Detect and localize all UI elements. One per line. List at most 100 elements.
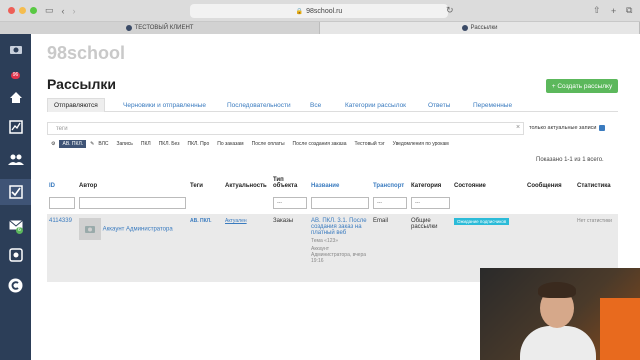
tags-search-input[interactable]: теги xyxy=(47,122,524,135)
browser-tab-client[interactable]: ТЕСТОВЫЙ КЛИЕНТ xyxy=(0,22,320,34)
close-window-button[interactable] xyxy=(8,7,15,14)
object-type-select[interactable]: --- xyxy=(273,197,307,209)
col-author: Автор xyxy=(79,183,98,189)
favicon-icon xyxy=(461,25,468,31)
tab-sending[interactable]: Отправляются xyxy=(47,98,105,112)
sidebar-item-reports[interactable] xyxy=(0,114,31,140)
window-controls xyxy=(8,7,37,14)
forward-icon[interactable]: › xyxy=(73,6,76,16)
title-filter-input[interactable] xyxy=(311,197,369,209)
col-category: Категория xyxy=(411,183,442,189)
webcam-overlay xyxy=(480,268,640,360)
tab-sequences[interactable]: Последовательности xyxy=(221,98,297,112)
mailings-table: ID Автор Теги Актуальность Тип объекта Н… xyxy=(47,172,618,282)
author-link[interactable]: Аккаунт Администратора xyxy=(103,227,173,233)
address-bar[interactable]: 🔒 98school.ru xyxy=(190,4,448,18)
camera-icon xyxy=(9,45,22,54)
browser-tab-label: ТЕСТОВЫЙ КЛИЕНТ xyxy=(134,25,194,31)
settings-icon xyxy=(8,248,23,262)
col-status: Состояние xyxy=(454,183,486,189)
select-value: --- xyxy=(277,200,282,206)
tab-replies[interactable]: Ответы xyxy=(422,98,456,112)
create-mailing-button[interactable]: + Создать рассылку xyxy=(546,79,618,93)
sidebar-item-users[interactable] xyxy=(0,146,31,172)
transport-select[interactable]: --- xyxy=(373,197,407,209)
id-filter-input[interactable] xyxy=(49,197,75,209)
tag-item[interactable]: ПКЛ. Без xyxy=(159,141,180,147)
only-actual-checkbox[interactable] xyxy=(598,125,605,131)
tag-item[interactable]: После оплаты xyxy=(252,141,285,147)
col-object-type: Тип объекта xyxy=(273,177,298,189)
actuality-value[interactable]: Актуален xyxy=(225,218,247,224)
chart-icon xyxy=(8,120,23,134)
sidebar-item-mailings[interactable]: 6 xyxy=(0,212,31,238)
mailing-tabs: Отправляются Черновики и отправленные По… xyxy=(47,98,618,112)
minimize-window-button[interactable] xyxy=(19,7,26,14)
tag-settings-icon[interactable]: ⚙ xyxy=(51,141,55,147)
checkbox-icon xyxy=(8,185,23,199)
logo-c-icon xyxy=(8,278,23,292)
row-id-link[interactable]: 4114339 xyxy=(49,218,72,224)
sidebar-toggle-icon[interactable]: ▭ xyxy=(45,5,54,16)
mailing-subject: Тема «123» xyxy=(311,238,339,244)
tag-item[interactable]: Тестовый тэг xyxy=(355,141,385,147)
browser-tab-label: Рассылки xyxy=(470,25,498,31)
page-title: Рассылки xyxy=(47,76,116,92)
browser-tabs: ТЕСТОВЫЙ КЛИЕНТ Рассылки xyxy=(0,22,640,34)
sidebar-item-camera[interactable] xyxy=(0,36,31,62)
presenter-hair xyxy=(538,282,576,298)
author-filter-input[interactable] xyxy=(79,197,186,209)
tag-item[interactable]: АВ. ПКЛ. xyxy=(59,140,87,148)
col-transport[interactable]: Транспорт xyxy=(371,172,409,192)
tab-variables[interactable]: Переменные xyxy=(467,98,518,112)
lock-icon: 🔒 xyxy=(295,8,304,15)
tag-item[interactable]: Уведомления по урокам xyxy=(393,141,449,147)
col-id[interactable]: ID xyxy=(47,172,77,192)
app-sidebar: 96 6 xyxy=(0,34,31,360)
status-badge: Ожидание подписчиков xyxy=(454,218,510,225)
reload-icon[interactable]: ↻ xyxy=(446,5,454,16)
new-tab-icon[interactable]: + xyxy=(611,6,616,16)
table-header: ID Автор Теги Актуальность Тип объекта Н… xyxy=(47,172,618,192)
tab-drafts[interactable]: Черновики и отправленные xyxy=(117,98,212,112)
browser-tab-mailings[interactable]: Рассылки xyxy=(320,22,640,34)
category-select[interactable]: --- xyxy=(411,197,450,209)
tag-item[interactable]: Запись xyxy=(116,141,132,147)
sidebar-item-tasks[interactable] xyxy=(0,179,31,205)
sidebar-item-brand[interactable] xyxy=(0,272,31,298)
tag-item[interactable]: По заказам xyxy=(217,141,243,147)
sidebar-item-home[interactable] xyxy=(0,84,31,110)
filter-row: --- --- --- xyxy=(47,192,618,214)
tag-item[interactable]: После создания заказа xyxy=(293,141,347,147)
maximize-window-button[interactable] xyxy=(30,7,37,14)
col-actuality: Актуальность xyxy=(225,183,267,189)
mail-badge: 6 xyxy=(16,227,23,234)
only-actual-toggle[interactable]: только актуальные записи xyxy=(529,125,605,131)
mailing-title-link[interactable]: АВ. ПКЛ. 3.1. После создания заказ на пл… xyxy=(311,218,369,236)
tab-categories[interactable]: Категории рассылок xyxy=(339,98,412,112)
users-icon xyxy=(7,154,24,165)
back-icon[interactable]: ‹ xyxy=(62,6,65,16)
tab-all[interactable]: Все xyxy=(304,98,327,112)
category-value: Общие рассылки xyxy=(411,218,438,230)
clear-search-icon[interactable]: × xyxy=(516,124,520,131)
tag-item[interactable]: ПКЛ. Про xyxy=(188,141,210,147)
col-title[interactable]: Название xyxy=(309,172,371,192)
tag-item[interactable]: ВЛС xyxy=(98,141,108,147)
select-value: --- xyxy=(377,200,382,206)
transport-value: Email xyxy=(373,218,389,224)
col-stats: Статистика xyxy=(577,183,611,189)
tag-item[interactable]: ПКЛ xyxy=(141,141,151,147)
address-text: 98school.ru xyxy=(306,7,343,15)
results-summary: Показано 1-1 из 1 всего. xyxy=(536,157,604,163)
row-tag[interactable]: АВ. ПКЛ. xyxy=(190,218,212,224)
col-tags: Теги xyxy=(190,183,203,189)
sidebar-item-settings[interactable] xyxy=(0,242,31,268)
mailing-meta: Аккаунт Администратора, вчера 19:16 xyxy=(311,246,367,264)
tab-overview-icon[interactable]: ⧉ xyxy=(626,5,632,16)
camera-icon xyxy=(85,226,95,233)
share-icon[interactable]: ⇧ xyxy=(593,5,601,16)
site-logo[interactable]: 98school xyxy=(47,43,125,64)
only-actual-label: только актуальные записи xyxy=(529,125,597,131)
edit-tag-icon[interactable]: ✎ xyxy=(90,141,94,147)
